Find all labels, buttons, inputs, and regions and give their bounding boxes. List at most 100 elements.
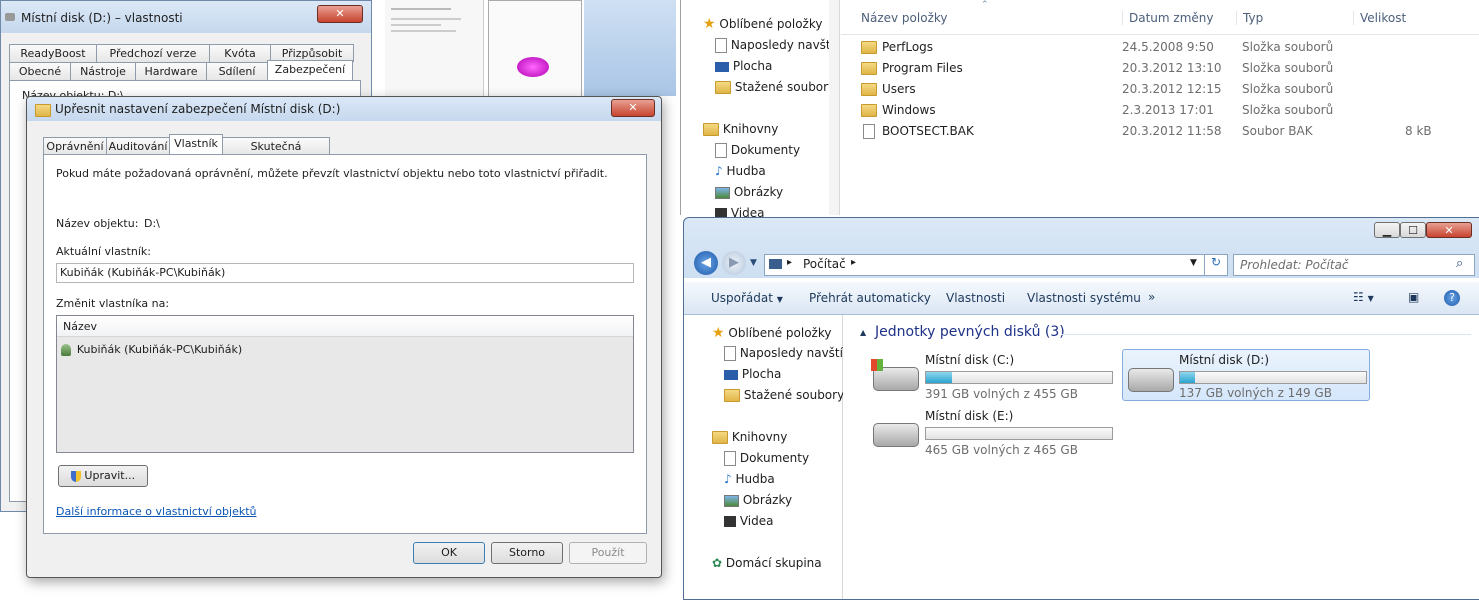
nav-desktop[interactable]: Plocha — [715, 59, 772, 73]
tab-owner[interactable]: Vlastník — [169, 134, 223, 154]
system-properties-button[interactable]: Vlastnosti systému — [1027, 291, 1141, 305]
column-name[interactable]: Název položky — [861, 11, 947, 25]
table-row[interactable]: Users 20.3.2012 12:15 Složka souborů — [841, 80, 1441, 100]
maximize-button[interactable]: ☐ — [1400, 222, 1426, 238]
background-thumbnail — [385, 0, 484, 96]
table-row[interactable]: BOOTSECT.BAK 20.3.2012 11:58 Soubor BAK … — [841, 122, 1441, 142]
breadcrumb-arrow-icon: ▸ — [851, 257, 857, 268]
nav-pictures[interactable]: Obrázky — [715, 185, 783, 199]
list-item-label: Kubiňák (Kubiňák-PC\Kubiňák) — [76, 343, 243, 356]
list-item[interactable]: Kubiňák (Kubiňák-PC\Kubiňák) — [61, 342, 242, 358]
owner-listview[interactable]: Název Kubiňák (Kubiňák-PC\Kubiňák) — [56, 315, 634, 453]
nav-libraries[interactable]: Knihovny — [712, 430, 787, 444]
music-icon: ♪ — [724, 472, 732, 486]
nav-pictures[interactable]: Obrázky — [724, 493, 792, 507]
forward-button[interactable]: ▶ — [722, 251, 746, 275]
explorer-computer-window: ▁ ☐ ✕ ◀ ▶ ▼ ▸ Počítač ▸ ▼ ↻ Prohledat: P… — [683, 217, 1479, 600]
table-row[interactable]: Program Files 20.3.2012 13:10 Složka sou… — [841, 59, 1441, 79]
search-icon[interactable]: ⌕ — [1456, 256, 1463, 271]
current-owner-field: Kubiňák (Kubiňák-PC\Kubiňák) — [56, 263, 634, 283]
more-button[interactable]: » — [1148, 290, 1155, 304]
properties-titlebar[interactable]: Místní disk (D:) – vlastnosti ✕ — [1, 1, 371, 33]
tab-security[interactable]: Zabezpečení — [267, 60, 353, 80]
nav-desktop[interactable]: Plocha — [724, 367, 781, 381]
group-collapse-icon[interactable]: ▲ — [860, 328, 866, 337]
tab-hardware[interactable]: Hardware — [135, 62, 207, 80]
drive-item-e[interactable]: Místní disk (E:) 465 GB volných z 465 GB — [869, 407, 1115, 457]
nav-downloads[interactable]: Stažené soubory — [724, 388, 844, 402]
nav-documents[interactable]: Dokumenty — [724, 451, 809, 466]
properties-title: Místní disk (D:) – vlastnosti — [21, 11, 183, 25]
apply-button[interactable]: Použít — [569, 542, 647, 564]
nav-music[interactable]: ♪ Hudba — [724, 472, 775, 486]
nav-recent-label: Naposledy navští — [739, 346, 843, 360]
downloads-icon — [715, 81, 731, 94]
column-date[interactable]: Datum změny — [1122, 11, 1214, 25]
help-icon[interactable]: ? — [1444, 290, 1460, 306]
file-icon — [863, 124, 875, 139]
nav-recent[interactable]: Naposledy navští — [724, 346, 843, 361]
nav-favorites[interactable]: ★ Oblíbené položky — [703, 16, 822, 32]
tab-sharing[interactable]: Sdílení — [206, 62, 268, 80]
nav-music-label: Hudba — [726, 164, 766, 178]
address-dropdown-icon[interactable]: ▼ — [1190, 258, 1197, 268]
address-bar[interactable]: ▸ Počítač ▸ ▼ — [764, 254, 1206, 276]
file-type: Složka souborů — [1242, 82, 1334, 96]
table-row[interactable]: Windows 2.3.2013 17:01 Složka souborů — [841, 101, 1441, 121]
drive-icon — [5, 13, 15, 21]
column-size[interactable]: Velikost — [1353, 11, 1406, 25]
nav-music[interactable]: ♪ Hudba — [715, 164, 766, 178]
minimize-button[interactable]: ▁ — [1374, 222, 1400, 238]
tab-previous-versions[interactable]: Předchozí verze — [96, 44, 210, 62]
close-button[interactable]: ✕ — [317, 5, 363, 23]
file-date: 2.3.2013 17:01 — [1122, 103, 1214, 117]
nav-favorites[interactable]: ★ Oblíbené položky — [712, 325, 831, 341]
tab-tools[interactable]: Nástroje — [70, 62, 136, 80]
nav-videos[interactable]: Videa — [724, 514, 773, 528]
nav-scrollbar[interactable] — [829, 0, 839, 215]
libraries-icon — [712, 431, 728, 444]
list-header[interactable]: Název — [57, 316, 633, 337]
dialog-title: Upřesnit nastavení zabezpečení Místní di… — [55, 102, 341, 116]
tab-readyboost[interactable]: ReadyBoost — [9, 44, 97, 62]
dialog-titlebar[interactable]: Upřesnit nastavení zabezpečení Místní di… — [27, 97, 661, 121]
more-info-link[interactable]: Další informace o vlastnictví objektů — [56, 505, 257, 518]
drive-item-c[interactable]: Místní disk (C:) 391 GB volných z 455 GB — [869, 351, 1115, 401]
organize-button[interactable]: Uspořádat ▼ — [711, 291, 783, 305]
folder-icon — [861, 104, 877, 117]
close-button[interactable]: ✕ — [1426, 222, 1472, 238]
pictures-icon — [715, 186, 730, 199]
column-type[interactable]: Typ — [1236, 11, 1263, 25]
sort-arrow-icon: ⌃ — [981, 0, 989, 10]
breadcrumb[interactable]: Počítač — [803, 257, 846, 271]
edit-button[interactable]: Upravit... — [58, 465, 148, 487]
autoplay-button[interactable]: Přehrát automaticky — [809, 291, 931, 305]
tab-effective-permissions[interactable]: Skutečná oprávnění — [222, 137, 330, 170]
current-owner-label: Aktuální vlastník: — [56, 245, 151, 258]
group-title[interactable]: Jednotky pevných disků (3) — [875, 324, 1065, 340]
file-date: 24.5.2008 9:50 — [1122, 40, 1214, 54]
search-input[interactable]: Prohledat: Počítač ⌕ — [1233, 254, 1475, 276]
view-options-icon[interactable]: ☷ ▼ — [1353, 290, 1374, 304]
back-button[interactable]: ◀ — [694, 251, 718, 275]
properties-button[interactable]: Vlastnosti — [946, 291, 1005, 305]
tab-quota[interactable]: Kvóta — [209, 44, 271, 62]
nav-documents[interactable]: Dokumenty — [715, 143, 800, 158]
tab-permissions[interactable]: Oprávnění — [43, 137, 107, 155]
dialog-close-button[interactable]: ✕ — [611, 99, 655, 117]
nav-pictures-label: Obrázky — [733, 185, 784, 199]
tab-auditing[interactable]: Auditování — [106, 137, 170, 155]
drive-item-d[interactable]: Místní disk (D:) 137 GB volných z 149 GB — [1122, 349, 1370, 401]
history-dropdown-icon[interactable]: ▼ — [750, 258, 757, 268]
tab-general[interactable]: Obecné — [9, 62, 71, 80]
table-row[interactable]: PerfLogs 24.5.2008 9:50 Složka souborů — [841, 38, 1441, 58]
preview-pane-icon[interactable]: ▣ — [1408, 290, 1419, 304]
cancel-button[interactable]: Storno — [491, 542, 563, 564]
ok-button[interactable]: OK — [413, 542, 485, 564]
nav-libraries[interactable]: Knihovny — [703, 122, 778, 136]
nav-desktop-label: Plocha — [741, 367, 782, 381]
refresh-button[interactable]: ↻ — [1204, 254, 1228, 276]
nav-downloads[interactable]: Stažené soubory — [715, 80, 835, 94]
nav-recent[interactable]: Naposledy navští — [715, 38, 834, 53]
nav-homegroup[interactable]: ✿ Domácí skupina — [712, 556, 822, 570]
